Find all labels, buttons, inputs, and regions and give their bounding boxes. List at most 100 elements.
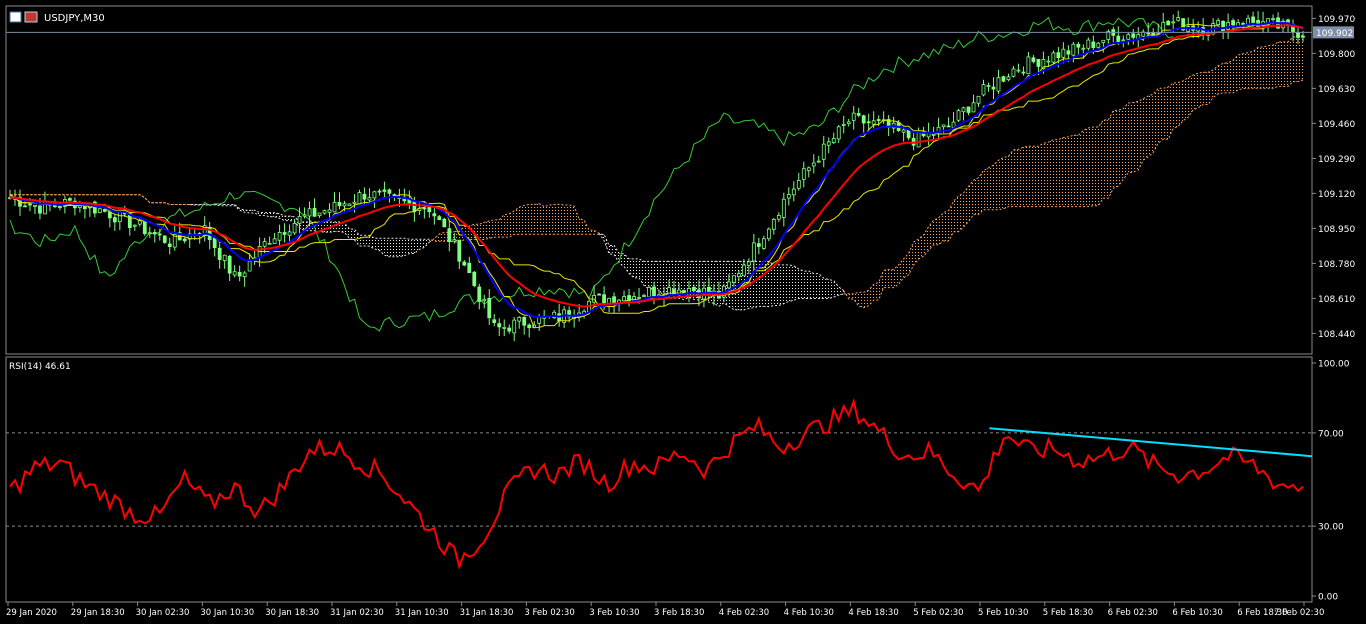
price-tick-label: 109.800: [1318, 50, 1355, 60]
candle-body: [841, 124, 846, 126]
price-tick-label: 109.630: [1318, 85, 1355, 95]
time-tick-label: 31 Jan 18:30: [460, 608, 514, 618]
candle-body: [357, 192, 362, 205]
candle-body: [756, 243, 761, 247]
candle-body: [1271, 18, 1275, 21]
candle-body: [472, 271, 477, 286]
candle-body: [1016, 69, 1021, 72]
candle-body: [766, 228, 771, 240]
candle-body: [457, 239, 462, 262]
candle-body: [1296, 31, 1300, 38]
candle-body: [262, 241, 267, 247]
candle-body: [726, 281, 731, 289]
price-tick-label: 109.120: [1318, 190, 1355, 200]
candle-body: [1166, 20, 1171, 26]
candle-body: [1176, 17, 1181, 21]
candle-body: [1001, 76, 1006, 82]
candle-body: [482, 298, 487, 302]
candle-body: [247, 260, 252, 272]
rsi-title: RSI(14) 46.61: [9, 362, 71, 372]
price-axis: 109.970 109.800 109.630 109.460 109.290 109.1…: [1312, 15, 1355, 340]
candle-body: [916, 131, 921, 148]
candle-body: [337, 202, 342, 207]
candle-body: [986, 85, 991, 87]
time-tick-label: 5 Feb 18:30: [1043, 608, 1093, 618]
candle-body: [731, 275, 736, 283]
time-tick-label: 31 Jan 10:30: [395, 608, 449, 618]
rsi-panel[interactable]: [5, 356, 1313, 603]
candle-body: [1006, 76, 1011, 81]
candle-body: [227, 255, 232, 274]
candle-body: [432, 213, 437, 217]
candle-body: [1011, 68, 1016, 77]
candle-body: [387, 189, 392, 194]
candle-body: [846, 121, 851, 125]
candle-body: [117, 210, 122, 223]
candle-body: [297, 215, 302, 224]
candle-body: [497, 323, 502, 328]
candle-body: [487, 297, 492, 319]
candle-body: [861, 115, 866, 124]
chart-window[interactable]: USDJPY,M30 109.970109.800109.630109.4601…: [0, 0, 1366, 624]
candle-body: [452, 239, 457, 242]
candle-body: [1056, 52, 1061, 59]
candle-body: [1096, 42, 1101, 48]
candle-body: [976, 95, 981, 104]
candle-body: [142, 219, 147, 235]
candle-body: [112, 217, 117, 223]
candle-body: [522, 316, 527, 326]
candle-body: [901, 129, 906, 133]
candle-body: [866, 121, 871, 124]
candle-body: [242, 272, 247, 278]
rsi-tick-label: 70.00: [1318, 429, 1344, 439]
candle-body: [412, 201, 417, 213]
time-tick-label: 30 Jan 10:30: [200, 608, 254, 618]
candle-body: [68, 198, 72, 201]
time-tick-label: 4 Feb 18:30: [848, 608, 898, 618]
candle-body: [647, 287, 651, 297]
candle-body: [1021, 71, 1026, 74]
candle-body: [237, 271, 242, 277]
candle-body: [362, 193, 367, 200]
rsi-axis: 100.00 70.00 30.00 0.00: [1312, 360, 1350, 603]
candle-body: [132, 224, 137, 227]
candle-body: [232, 271, 237, 276]
price-tick-label: 108.780: [1318, 260, 1355, 270]
candle-body: [821, 143, 826, 160]
candle-body: [182, 238, 187, 242]
candle-body: [512, 319, 517, 334]
candle-body: [996, 77, 1001, 92]
candle-body: [627, 295, 631, 303]
candle-body: [437, 216, 442, 221]
candle-body: [816, 160, 821, 163]
candle-body: [971, 102, 976, 113]
candle-body: [1066, 50, 1071, 55]
rsi-tick-label: 30.00: [1318, 523, 1344, 533]
candle-body: [502, 326, 507, 329]
candle-body: [212, 237, 217, 249]
candle-body: [931, 133, 936, 136]
candle-body: [876, 119, 881, 121]
current-price-label: 109.902: [1316, 29, 1353, 39]
candle-body: [1026, 56, 1031, 75]
candle-body: [781, 198, 786, 218]
candle-body: [1071, 43, 1076, 56]
time-tick-label: 30 Jan 02:30: [136, 608, 190, 618]
candle-body: [372, 191, 377, 199]
candle-body: [871, 120, 876, 125]
candle-body: [162, 235, 167, 243]
candle-body: [736, 273, 741, 277]
candle-body: [347, 203, 352, 207]
time-tick-label: 4 Feb 02:30: [719, 608, 769, 618]
candle-body: [442, 218, 447, 228]
candle-body: [447, 228, 452, 242]
candle-body: [267, 242, 272, 245]
candle-body: [1101, 39, 1106, 43]
candle-body: [741, 264, 746, 277]
candle-body: [1216, 20, 1221, 25]
time-tick-label: 3 Feb 10:30: [589, 608, 639, 618]
candle-body: [796, 179, 801, 189]
time-tick-label: 3 Feb 18:30: [654, 608, 704, 618]
candle-body: [302, 214, 307, 217]
candle-body: [392, 194, 397, 197]
